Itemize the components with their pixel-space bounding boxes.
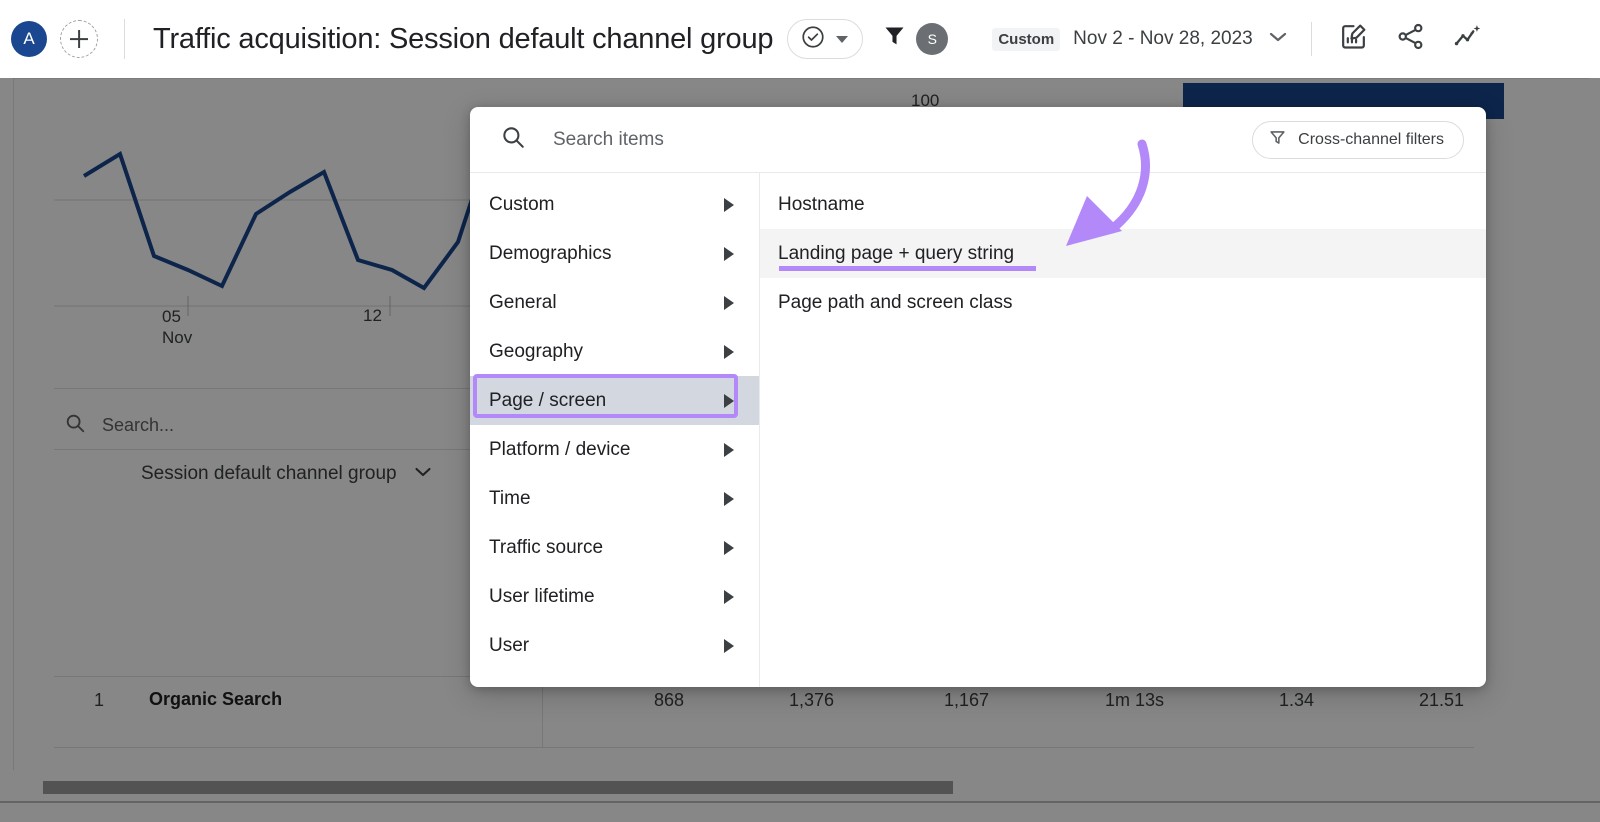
edit-report-icon[interactable] [1338,21,1369,57]
dimension-selector-label: Session default channel group [141,463,397,485]
category-item-time[interactable]: Time [470,474,759,523]
category-label: Demographics [489,243,612,265]
date-chevron-down-icon[interactable] [1269,30,1287,48]
category-list: Custom Demographics General Geography Pa… [470,173,760,687]
option-item-page-path-screen-class[interactable]: Page path and screen class [760,278,1486,327]
category-item-platform-device[interactable]: Platform / device [470,425,759,474]
table-search-row[interactable]: Search... [64,401,174,449]
category-label: Traffic source [489,537,603,559]
category-item-custom[interactable]: Custom [470,180,759,229]
option-item-landing-page-query-string[interactable]: Landing page + query string [760,229,1486,278]
chevron-right-icon [724,541,734,555]
row-metric-3: 1,167 [909,690,989,711]
cross-channel-filters-button[interactable]: Cross-channel filters [1252,121,1464,159]
category-label: Time [489,488,531,510]
insights-icon[interactable] [1452,21,1483,57]
category-item-user-lifetime[interactable]: User lifetime [470,572,759,621]
chevron-right-icon [724,590,734,604]
option-list: Hostname Landing page + query string Pag… [760,173,1486,687]
category-item-demographics[interactable]: Demographics [470,229,759,278]
header-divider [124,19,125,59]
date-range-label[interactable]: Nov 2 - Nov 28, 2023 [1073,28,1253,50]
table-column-divider [542,677,543,747]
chevron-right-icon [724,345,734,359]
chevron-right-icon [724,296,734,310]
category-label: Page / screen [489,390,606,412]
row-metric-5: 1.34 [1244,690,1314,711]
page-title: Traffic acquisition: Session default cha… [153,23,773,56]
chevron-right-icon [724,247,734,261]
option-item-hostname[interactable]: Hostname [760,180,1486,229]
category-item-user[interactable]: User [470,621,759,670]
funnel-icon[interactable] [881,23,908,55]
screenshot-root: A Traffic acquisition: Session default c… [0,0,1600,822]
top-header-bar: A Traffic acquisition: Session default c… [0,0,1600,78]
table-search-placeholder: Search... [102,415,174,436]
check-circle-icon [800,24,826,55]
segment-badge[interactable]: S [916,23,948,55]
chevron-down-icon [836,36,848,43]
share-icon[interactable] [1395,21,1426,57]
header-divider-2 [1311,22,1312,56]
chevron-right-icon [724,639,734,653]
dimension-selector[interactable]: Session default channel group [141,463,431,485]
account-avatar[interactable]: A [11,21,47,57]
chevron-right-icon [724,198,734,212]
dimension-chevron-down-icon [415,465,431,483]
row-index: 1 [94,690,104,711]
row-metric-6: 21.51 [1384,690,1464,711]
table-bottom-border [54,747,1474,748]
search-icon [64,412,86,439]
horizontal-scrollbar-thumb[interactable] [43,781,953,794]
dimension-picker-panel: Search items Cross-channel filters Custo… [470,107,1486,687]
category-label: General [489,292,557,314]
chevron-right-icon [724,443,734,457]
category-item-page-screen[interactable]: Page / screen [470,376,759,425]
panel-search-row[interactable]: Search items Cross-channel filters [470,107,1486,172]
row-metric-4: 1m 13s [1064,690,1164,711]
date-preset-label: Custom [992,28,1060,51]
comparison-pill[interactable] [787,19,863,59]
search-icon [500,124,526,155]
category-label: Geography [489,341,583,363]
category-item-geography[interactable]: Geography [470,327,759,376]
category-label: User lifetime [489,586,595,608]
category-item-general[interactable]: General [470,278,759,327]
bottom-rule [0,801,1600,803]
panel-search-placeholder: Search items [553,129,664,151]
panel-columns: Custom Demographics General Geography Pa… [470,173,1486,687]
category-label: User [489,635,529,657]
row-metric-1: 868 [614,690,684,711]
cross-channel-filters-label: Cross-channel filters [1298,131,1444,149]
row-metric-2: 1,376 [754,690,834,711]
card-top-border [14,78,1589,79]
category-label: Custom [489,194,554,216]
chevron-right-icon [724,394,734,408]
x-tick-12: 12 [363,306,382,326]
plus-circle-icon[interactable] [60,20,98,58]
category-label: Platform / device [489,439,631,461]
x-tick-05: 05Nov [162,306,192,348]
category-item-traffic-source[interactable]: Traffic source [470,523,759,572]
chevron-right-icon [724,492,734,506]
row-channel-name: Organic Search [149,689,282,710]
funnel-icon [1268,128,1287,152]
